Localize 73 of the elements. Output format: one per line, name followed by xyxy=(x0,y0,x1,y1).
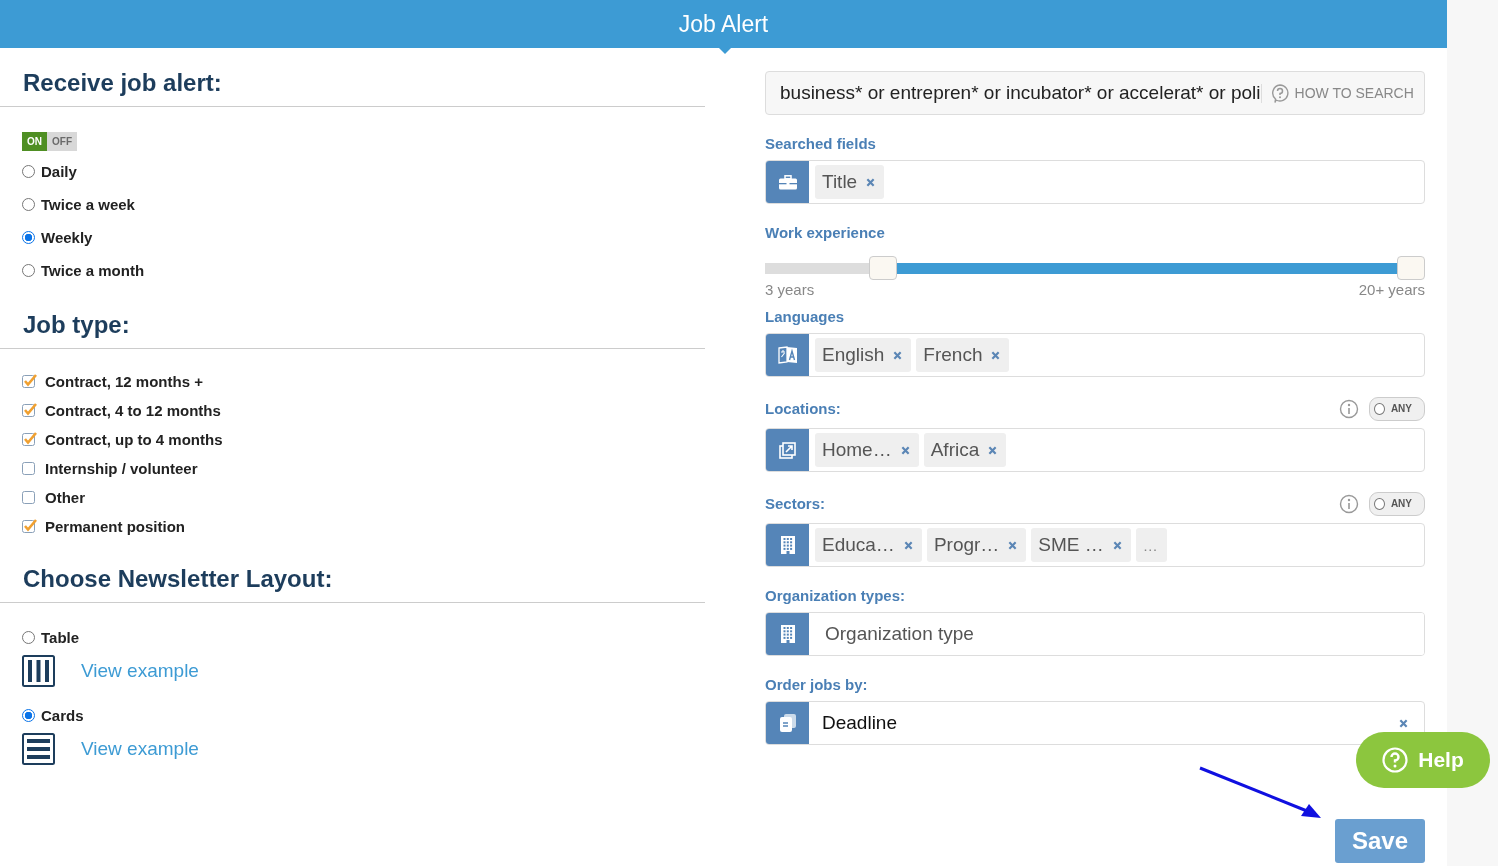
remove-icon[interactable] xyxy=(1399,718,1408,728)
field-label: Order jobs by: xyxy=(765,676,869,694)
field-label: Sectors: xyxy=(765,495,826,513)
remove-icon[interactable] xyxy=(1112,540,1122,550)
filter-tag[interactable]: SME … xyxy=(1031,528,1131,562)
columns-layout-icon xyxy=(22,655,55,687)
building-icon xyxy=(780,536,795,554)
option-label: Other xyxy=(45,488,85,506)
checkbox[interactable] xyxy=(22,490,37,504)
remove-icon[interactable] xyxy=(900,445,910,455)
field-label: Languages xyxy=(765,308,846,326)
building-icon xyxy=(780,625,795,643)
option-label: Weekly xyxy=(41,228,93,246)
checkbox[interactable] xyxy=(22,432,37,446)
filter-tag[interactable]: Progr… xyxy=(926,528,1027,562)
checkbox[interactable] xyxy=(22,519,37,533)
filter-tag[interactable]: French xyxy=(916,338,1010,372)
list-layout-icon xyxy=(22,733,55,765)
tag-field[interactable]: Home… Africa xyxy=(765,428,1425,472)
question-icon xyxy=(1270,83,1289,103)
tag-field[interactable]: Educa… Progr… SME … … xyxy=(765,523,1425,567)
section-heading: Job type: xyxy=(0,290,705,349)
briefcase-icon xyxy=(778,174,797,190)
option-label: Twice a month xyxy=(41,261,145,279)
filter-tag[interactable]: Africa xyxy=(923,433,1007,467)
filter-tag[interactable]: English xyxy=(815,338,912,372)
remove-icon[interactable] xyxy=(866,177,876,187)
checkbox[interactable] xyxy=(22,403,37,417)
option-label: Daily xyxy=(41,162,77,180)
info-icon[interactable] xyxy=(1339,494,1359,514)
field-label: Locations: xyxy=(765,400,841,418)
tag-field[interactable]: English French xyxy=(765,333,1425,377)
filter-tag[interactable]: Title xyxy=(815,165,885,199)
option-label: Contract, 4 to 12 months xyxy=(45,401,221,419)
field-label: Organization types: xyxy=(765,587,907,605)
any-toggle[interactable]: ANY xyxy=(1369,397,1425,421)
slider-handle[interactable] xyxy=(1397,256,1425,280)
info-icon[interactable] xyxy=(1339,399,1359,419)
remove-icon[interactable] xyxy=(1008,540,1018,550)
how-to-search-link[interactable]: HOW TO SEARCH xyxy=(1260,83,1414,103)
remove-icon[interactable] xyxy=(991,350,1001,360)
option-label: Table xyxy=(41,628,80,646)
external-link-icon xyxy=(779,441,796,459)
checkbox[interactable] xyxy=(22,374,37,388)
slider-handle[interactable] xyxy=(869,256,898,280)
option-label: Internship / volunteer xyxy=(45,459,198,477)
filter-tag[interactable]: Educa… xyxy=(815,528,922,562)
option-label: Twice a week xyxy=(41,195,135,213)
select-field[interactable]: Organization type xyxy=(765,612,1425,656)
section-heading: Receive job alert: xyxy=(0,48,705,107)
radio-button[interactable] xyxy=(22,708,35,722)
tag-field[interactable]: Title xyxy=(765,160,1425,204)
option-label: Contract, 12 months + xyxy=(45,372,203,390)
document-icon xyxy=(779,714,796,732)
section-heading: Choose Newsletter Layout: xyxy=(0,544,705,603)
radio-button[interactable] xyxy=(22,230,35,244)
option-label: Cards xyxy=(41,706,84,724)
remove-icon[interactable] xyxy=(893,350,903,360)
remove-icon[interactable] xyxy=(988,445,998,455)
question-icon xyxy=(1382,747,1409,773)
remove-icon[interactable] xyxy=(903,540,913,550)
option-label: Permanent position xyxy=(45,517,186,535)
filter-tag[interactable]: Home… xyxy=(815,433,919,467)
any-toggle[interactable]: ANY xyxy=(1369,492,1425,516)
range-max-label: 20+ years xyxy=(1358,281,1425,298)
range-min-label: 3 years xyxy=(765,281,815,298)
search-field[interactable]: business* or entrepren* or incubator* or accelerat* or poli HOW TO SEARCH xyxy=(765,71,1425,115)
option-label: Contract, up to 4 months xyxy=(45,430,223,448)
field-label: Searched fields xyxy=(765,135,877,153)
field-label: Work experience xyxy=(765,224,886,242)
page-title: Job Alert xyxy=(678,10,769,38)
translate-icon xyxy=(777,345,798,365)
checkbox[interactable] xyxy=(22,461,37,475)
